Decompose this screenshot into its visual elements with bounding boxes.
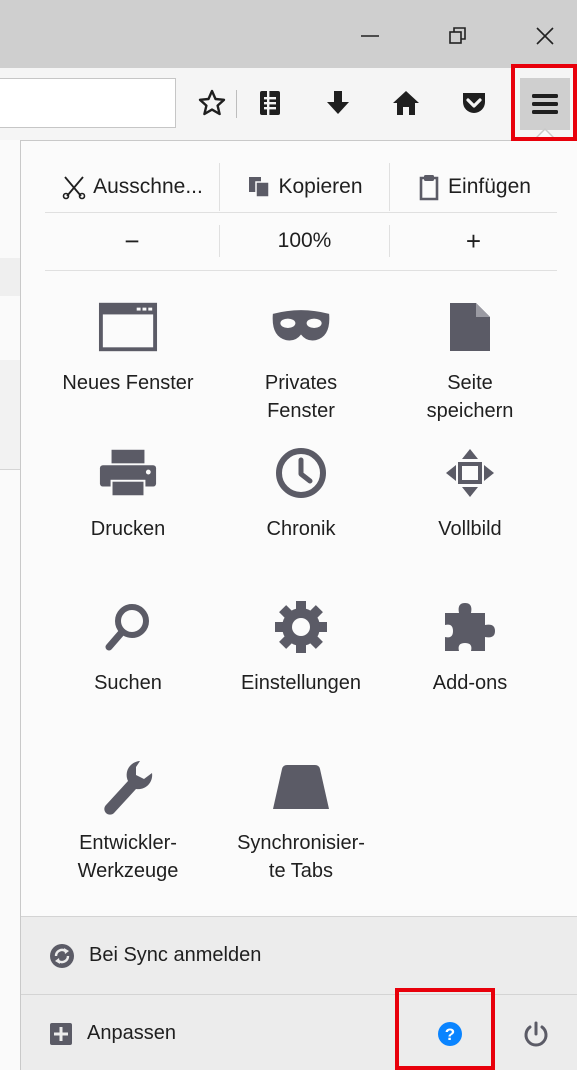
fullscreen-label: Vollbild <box>438 518 502 540</box>
copy-icon <box>249 177 271 198</box>
customize-label: Anpassen <box>87 1022 176 1044</box>
bookmarks-list-button[interactable] <box>250 82 290 124</box>
history-label: Chronik <box>266 518 336 540</box>
addons-label: Add-ons <box>432 672 508 694</box>
print-label: Drucken <box>90 518 166 540</box>
sync-signin-button[interactable]: Bei Sync anmelden <box>21 916 577 994</box>
history-button[interactable]: Chronik <box>216 447 386 543</box>
reader-list-icon <box>260 91 280 115</box>
clock-icon <box>271 447 331 499</box>
highlight-box-help <box>395 988 495 1070</box>
zoom-out-button[interactable]: − <box>45 225 219 257</box>
page-content-fragment <box>0 360 20 470</box>
cut-label: Ausschne... <box>93 175 203 198</box>
copy-button[interactable]: Kopieren <box>219 163 389 211</box>
quit-button[interactable] <box>501 995 571 1070</box>
scissors-icon <box>62 176 86 200</box>
fullscreen-icon <box>440 447 500 499</box>
preferences-label: Einstellungen <box>240 672 362 694</box>
plus-square-icon <box>50 1022 72 1045</box>
close-button[interactable] <box>525 18 565 54</box>
printer-icon <box>98 447 158 499</box>
sync-icon <box>50 943 74 968</box>
zoom-controls: − 100% + <box>45 213 557 271</box>
new-window-label: Neues Fenster <box>62 372 194 394</box>
edit-controls: Ausschne... Kopieren Einfügen <box>45 163 557 213</box>
addons-button[interactable]: Add-ons <box>385 601 555 697</box>
star-icon <box>198 89 226 116</box>
bookmark-star-button[interactable] <box>192 82 232 124</box>
url-bar[interactable] <box>0 78 176 128</box>
zoom-reset-button[interactable]: 100% <box>219 225 389 257</box>
downloads-button[interactable] <box>318 82 358 124</box>
page-icon <box>440 301 500 353</box>
power-icon <box>524 1021 548 1046</box>
developer-tools-label: Entwickler- Werkzeuge <box>77 832 179 882</box>
synced-tabs-icon <box>271 761 331 813</box>
zoom-in-button[interactable]: + <box>389 225 557 257</box>
download-icon <box>327 91 349 114</box>
search-icon <box>98 601 158 653</box>
gear-icon <box>271 601 331 653</box>
pocket-icon <box>463 93 485 113</box>
minimize-button[interactable] <box>350 18 390 54</box>
window-icon <box>98 301 158 353</box>
restore-icon <box>449 27 466 44</box>
clipboard-icon <box>419 175 439 201</box>
save-page-label: Seite speichern <box>426 372 514 422</box>
restore-button[interactable] <box>438 18 478 54</box>
toolbar-separator <box>236 90 237 118</box>
copy-label: Kopieren <box>278 175 363 198</box>
main-menu-panel: Ausschne... Kopieren Einfügen − 100% + N… <box>20 140 577 1070</box>
wrench-icon <box>98 761 158 815</box>
pocket-button[interactable] <box>454 82 494 124</box>
sync-label: Bei Sync anmelden <box>89 944 262 966</box>
private-window-label: Privates Fenster <box>264 372 338 422</box>
save-page-button[interactable]: Seite speichern <box>385 301 555 425</box>
home-button[interactable] <box>386 82 426 124</box>
paste-button[interactable]: Einfügen <box>389 163 557 211</box>
minimize-icon <box>361 35 379 37</box>
synced-tabs-label: Synchronisier- te Tabs <box>237 832 365 882</box>
customize-button[interactable]: Anpassen <box>49 995 176 1070</box>
preferences-button[interactable]: Einstellungen <box>216 601 386 697</box>
paste-label: Einfügen <box>448 175 531 198</box>
search-label: Suchen <box>94 672 162 694</box>
highlight-box-menu <box>511 64 577 141</box>
new-window-button[interactable]: Neues Fenster <box>43 301 213 397</box>
fullscreen-button[interactable]: Vollbild <box>385 447 555 543</box>
puzzle-icon <box>440 601 500 653</box>
search-button[interactable]: Suchen <box>43 601 213 697</box>
close-icon <box>536 27 554 45</box>
cut-button[interactable]: Ausschne... <box>45 163 219 211</box>
synced-tabs-button[interactable]: Synchronisier- te Tabs <box>216 761 386 885</box>
mask-icon <box>271 301 331 353</box>
title-bar <box>0 0 577 68</box>
page-content-fragment <box>0 258 20 296</box>
navigation-toolbar <box>0 68 577 140</box>
home-icon <box>393 91 419 115</box>
private-window-button[interactable]: Privates Fenster <box>216 301 386 425</box>
developer-tools-button[interactable]: Entwickler- Werkzeuge <box>43 761 213 885</box>
print-button[interactable]: Drucken <box>43 447 213 543</box>
